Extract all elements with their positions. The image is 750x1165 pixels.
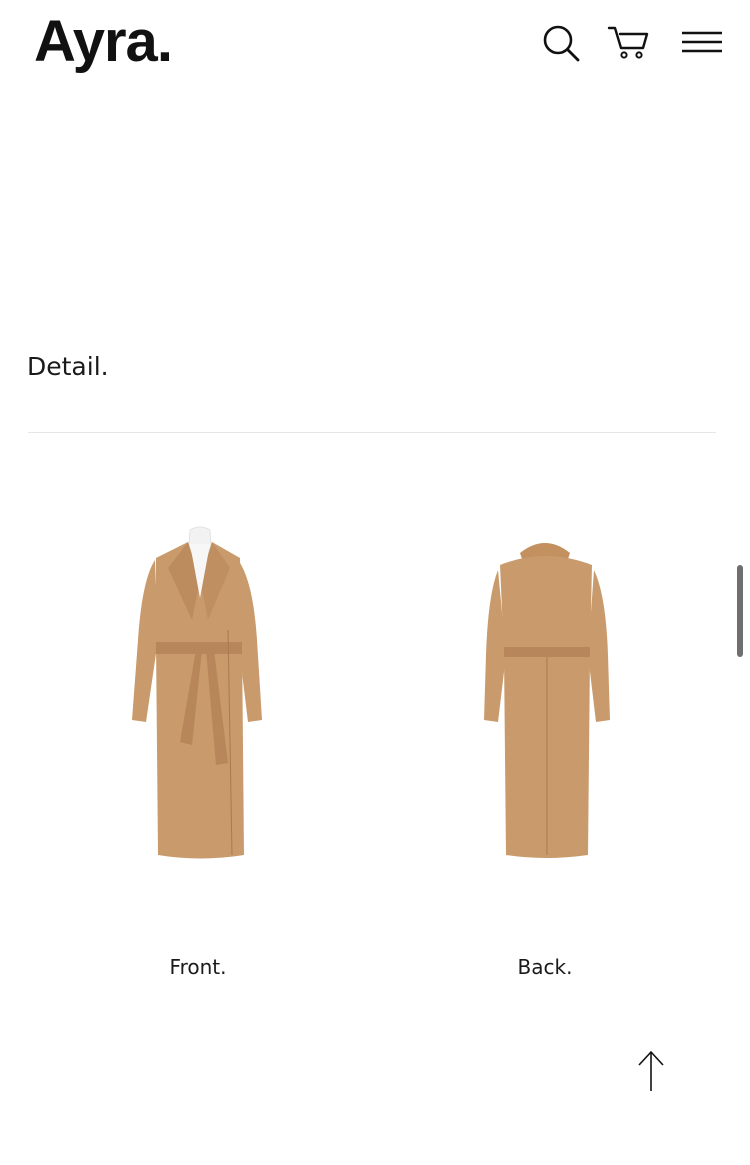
coat-front-image[interactable] <box>120 520 275 880</box>
hamburger-menu-icon <box>682 31 722 53</box>
site-header: Ayra. <box>0 0 750 90</box>
back-caption: Back. <box>517 955 573 979</box>
section-title: Detail. <box>27 352 109 381</box>
logo[interactable]: Ayra. <box>34 8 173 75</box>
front-caption: Front. <box>169 955 227 979</box>
scrollbar[interactable] <box>737 565 743 657</box>
search-icon <box>543 25 580 62</box>
coat-back-image[interactable] <box>470 525 625 870</box>
scroll-to-top-button[interactable] <box>634 1048 668 1094</box>
divider <box>28 432 716 433</box>
cart-icon <box>607 26 649 59</box>
search-button[interactable] <box>540 22 582 64</box>
cart-button[interactable] <box>606 22 652 64</box>
menu-button[interactable] <box>680 28 724 58</box>
arrow-up-icon <box>638 1050 664 1091</box>
